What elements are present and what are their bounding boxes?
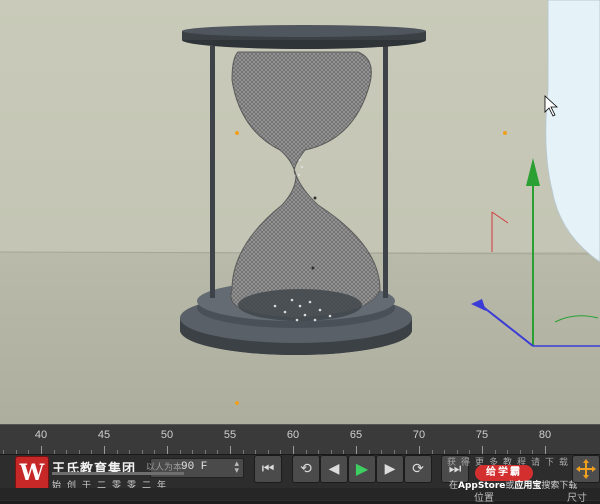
- brand-logo: W: [16, 457, 48, 489]
- hourglass-pillar-right: [383, 46, 388, 298]
- brand-logo-glyph: W: [19, 460, 45, 486]
- timeline-ruler[interactable]: 40 45 50 55 60 65 70 75 80: [0, 424, 600, 455]
- next-key-button[interactable]: ⟳: [404, 455, 432, 483]
- previous-key-button[interactable]: ⟲: [292, 455, 320, 483]
- next-frame-button[interactable]: ▶: [376, 455, 404, 483]
- falling-grain: [313, 196, 317, 200]
- play-icon: ▶: [355, 459, 369, 478]
- 3d-viewport[interactable]: [0, 0, 600, 424]
- frame-value: 90 F: [181, 461, 208, 473]
- previous-key-icon: ⟲: [300, 461, 312, 477]
- stepper-arrows-icon[interactable]: ▴ ▾: [234, 460, 239, 476]
- timeline-tick-label: 60: [286, 429, 300, 441]
- next-frame-icon: ▶: [384, 461, 396, 477]
- next-key-icon: ⟳: [412, 461, 424, 477]
- previous-frame-button[interactable]: ◀: [320, 455, 348, 483]
- timeline-tick-label: 55: [223, 429, 237, 441]
- size-label: 尺寸: [567, 493, 587, 504]
- play-button[interactable]: ▶: [348, 455, 376, 483]
- hourglass-top-cap: [182, 25, 426, 37]
- falling-grain: [311, 266, 315, 270]
- watermark-prefix: 在: [449, 481, 459, 491]
- timeline-tick-label: 75: [475, 429, 489, 441]
- timeline-tick-label: 50: [160, 429, 174, 441]
- selection-dot: [235, 401, 239, 405]
- frame-slider[interactable]: [52, 472, 184, 475]
- timeline-tick-label: 40: [34, 429, 48, 441]
- timeline-tick-label: 45: [97, 429, 111, 441]
- previous-frame-icon: ◀: [328, 461, 340, 477]
- move-arrows-icon: [576, 459, 596, 479]
- selection-dot: [235, 131, 239, 135]
- watermark-line-2: 在AppStore或应用宝搜索下载: [449, 478, 577, 491]
- hourglass-pillar-left: [210, 46, 215, 298]
- timeline-tick-label: 65: [349, 429, 363, 441]
- selection-dot: [503, 131, 507, 135]
- move-tool-button[interactable]: [572, 455, 600, 483]
- go-to-start-icon: ⏮: [261, 461, 275, 477]
- position-label: 位置: [474, 493, 494, 504]
- go-to-start-button[interactable]: ⏮: [254, 455, 282, 483]
- timeline-tick-label: 80: [538, 429, 552, 441]
- viewport-scene[interactable]: [0, 0, 600, 424]
- watermark-app: 应用宝: [514, 481, 542, 491]
- timeline-tick-label: 70: [412, 429, 426, 441]
